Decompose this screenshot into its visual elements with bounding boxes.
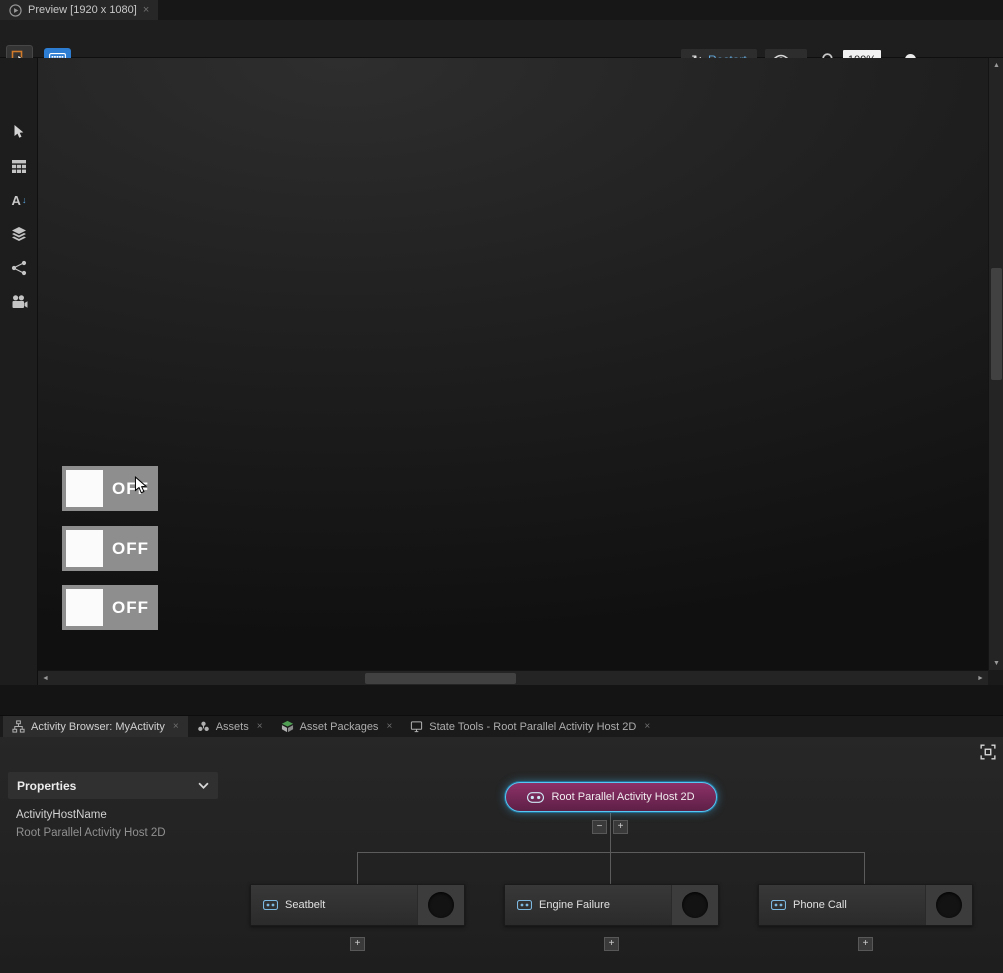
toggle-label-2: OFF bbox=[103, 526, 158, 571]
connector-stub-seatbelt bbox=[357, 852, 358, 884]
connector-root-stem bbox=[610, 812, 611, 852]
tab-assets-label: Assets bbox=[216, 721, 249, 733]
activity-host-icon bbox=[527, 792, 544, 803]
graph-node-engine-failure-label: Engine Failure bbox=[539, 885, 610, 925]
assets-icon bbox=[197, 720, 210, 733]
graph-node-phone-call-label: Phone Call bbox=[793, 885, 847, 925]
properties-header[interactable]: Properties bbox=[8, 772, 218, 799]
tool-grid[interactable] bbox=[10, 157, 28, 175]
fit-to-view-icon[interactable] bbox=[980, 744, 996, 760]
activity-icon bbox=[771, 900, 786, 910]
add-button-engine-failure[interactable]: + bbox=[604, 937, 619, 951]
scroll-down-icon[interactable]: ▼ bbox=[989, 656, 1003, 670]
tool-connections[interactable] bbox=[10, 259, 28, 277]
tab-preview[interactable]: Preview [1920 x 1080] × bbox=[0, 0, 158, 20]
toggle-checkbox-1[interactable] bbox=[66, 470, 103, 507]
font-icon: A bbox=[12, 193, 21, 208]
toggle-label-1: OFF bbox=[103, 466, 158, 511]
tab-asset-packages-label: Asset Packages bbox=[300, 721, 379, 733]
activity-icon bbox=[517, 900, 532, 910]
node-state-indicator[interactable] bbox=[428, 892, 454, 918]
node-state-indicator[interactable] bbox=[936, 892, 962, 918]
toggle-button-3[interactable]: OFF bbox=[62, 585, 158, 630]
mouse-cursor-icon bbox=[134, 476, 148, 496]
window-tab-bar: Preview [1920 x 1080] × bbox=[0, 0, 1003, 20]
panel-divider-band bbox=[0, 685, 1003, 715]
close-icon[interactable]: × bbox=[644, 721, 650, 732]
sitemap-icon bbox=[12, 720, 25, 733]
graph-node-seatbelt-label: Seatbelt bbox=[285, 885, 325, 925]
tab-activity-browser[interactable]: Activity Browser: MyActivity × bbox=[3, 716, 188, 737]
state-tools-panel: Properties ActivityHostName Root Paralle… bbox=[0, 737, 1003, 973]
toggle-label-3: OFF bbox=[103, 585, 158, 630]
preview-toolbar: ↻ Restart ▾ 100% bbox=[0, 20, 1003, 58]
tab-preview-label: Preview [1920 x 1080] bbox=[28, 4, 137, 16]
preview-side-toolbar: A↓ bbox=[0, 58, 38, 685]
close-icon[interactable]: × bbox=[143, 5, 149, 16]
toggle-checkbox-2[interactable] bbox=[66, 530, 103, 567]
close-icon[interactable]: × bbox=[257, 721, 263, 732]
preview-canvas[interactable]: OFF OFF OFF bbox=[38, 58, 988, 670]
property-value: Root Parallel Activity Host 2D bbox=[16, 827, 166, 839]
tab-activity-browser-label: Activity Browser: MyActivity bbox=[31, 721, 165, 733]
connector-stub-engine-failure bbox=[610, 852, 611, 884]
arrow-down-icon: ↓ bbox=[22, 195, 27, 205]
collapse-children-button[interactable]: − bbox=[592, 820, 607, 834]
play-icon bbox=[9, 4, 22, 17]
tool-camera[interactable] bbox=[10, 293, 28, 311]
close-icon[interactable]: × bbox=[386, 721, 392, 732]
tool-text[interactable]: A↓ bbox=[10, 191, 28, 209]
horizontal-scrollbar-thumb[interactable] bbox=[365, 673, 516, 684]
tool-layers[interactable] bbox=[10, 225, 28, 243]
chevron-down-icon[interactable] bbox=[198, 782, 209, 789]
activity-icon bbox=[263, 900, 278, 910]
scroll-right-icon[interactable]: ► bbox=[973, 671, 988, 686]
connector-horizontal bbox=[357, 852, 865, 853]
graph-node-engine-failure[interactable]: Engine Failure bbox=[504, 884, 719, 926]
scrollbar-corner bbox=[988, 670, 1003, 685]
property-name: ActivityHostName bbox=[16, 809, 107, 821]
add-child-button[interactable]: + bbox=[613, 820, 628, 834]
node-state-indicator[interactable] bbox=[682, 892, 708, 918]
scroll-left-icon[interactable]: ◄ bbox=[38, 671, 53, 686]
bottom-tab-bar: Activity Browser: MyActivity × Assets × … bbox=[0, 715, 1003, 737]
graph-node-seatbelt[interactable]: Seatbelt bbox=[250, 884, 465, 926]
state-tools-icon bbox=[410, 720, 423, 733]
graph-node-phone-call[interactable]: Phone Call bbox=[758, 884, 973, 926]
tab-state-tools-label: State Tools - Root Parallel Activity Hos… bbox=[429, 721, 636, 733]
graph-node-root-label: Root Parallel Activity Host 2D bbox=[551, 791, 694, 803]
tab-assets[interactable]: Assets × bbox=[188, 716, 272, 737]
horizontal-scrollbar[interactable]: ◄ ► bbox=[38, 670, 988, 685]
tab-asset-packages[interactable]: Asset Packages × bbox=[272, 716, 402, 737]
tool-select[interactable] bbox=[10, 123, 28, 141]
graph-node-root[interactable]: Root Parallel Activity Host 2D bbox=[505, 782, 717, 812]
vertical-scrollbar[interactable]: ▲ ▼ bbox=[988, 58, 1003, 670]
connector-stub-phone-call bbox=[864, 852, 865, 884]
package-icon bbox=[281, 720, 294, 733]
app-window: Preview [1920 x 1080] × bbox=[0, 0, 1003, 973]
tab-state-tools[interactable]: State Tools - Root Parallel Activity Hos… bbox=[401, 716, 659, 737]
toggle-checkbox-3[interactable] bbox=[66, 589, 103, 626]
vertical-scrollbar-thumb[interactable] bbox=[991, 268, 1002, 380]
scroll-up-icon[interactable]: ▲ bbox=[989, 58, 1003, 72]
properties-title: Properties bbox=[17, 779, 76, 793]
toggle-button-2[interactable]: OFF bbox=[62, 526, 158, 571]
add-button-seatbelt[interactable]: + bbox=[350, 937, 365, 951]
add-button-phone-call[interactable]: + bbox=[858, 937, 873, 951]
close-icon[interactable]: × bbox=[173, 721, 179, 732]
